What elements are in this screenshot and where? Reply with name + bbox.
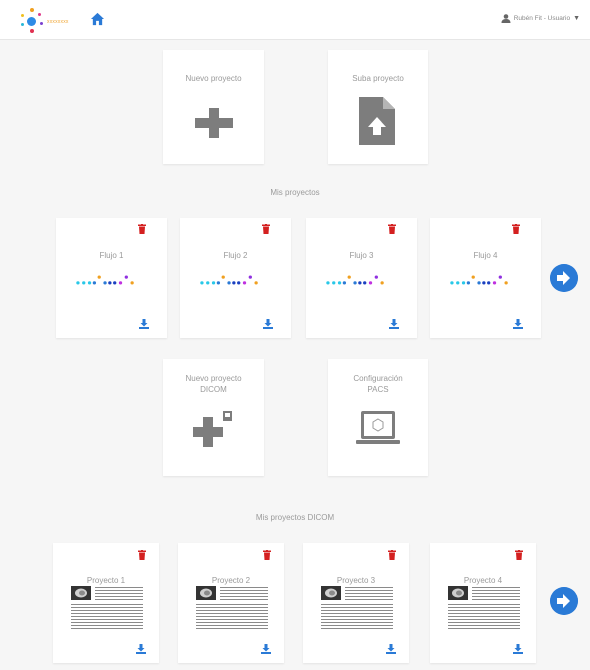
new-dicom-project-card[interactable]: Nuevo proyecto DICOM	[163, 359, 264, 476]
trash-icon[interactable]	[138, 224, 146, 234]
new-project-label: Nuevo proyecto	[185, 74, 242, 83]
download-icon[interactable]	[139, 319, 149, 329]
download-icon[interactable]	[261, 644, 271, 654]
dicom-project-title: Proyecto 4	[463, 576, 503, 585]
flow-project-title: Flujo 3	[349, 251, 374, 260]
top-bar: xxxxxxxx Rubén Fit - Usuario ▼	[0, 0, 590, 40]
dicom-project-title: Proyecto 1	[86, 576, 126, 585]
new-dicom-label-line1: Nuevo proyecto	[185, 374, 242, 383]
dicom-document-icon	[321, 586, 393, 629]
file-upload-icon	[359, 97, 395, 145]
pacs-label-line2: PACS	[367, 385, 389, 394]
next-projects-button[interactable]	[550, 264, 578, 292]
flow-graph-icon	[450, 275, 508, 285]
next-dicom-projects-button[interactable]	[550, 587, 578, 615]
dicom-project-card[interactable]: Proyecto 4	[430, 543, 536, 663]
my-dicom-projects-title: Mis proyectos DICOM	[255, 513, 335, 522]
user-menu[interactable]: Rubén Fit - Usuario ▼	[501, 14, 580, 23]
new-dicom-label-line2: DICOM	[200, 385, 227, 394]
trash-icon[interactable]	[263, 550, 271, 560]
download-icon[interactable]	[513, 319, 523, 329]
trash-icon[interactable]	[512, 224, 520, 234]
download-icon[interactable]	[389, 319, 399, 329]
flow-graph-icon	[326, 275, 384, 285]
pacs-label-line1: Configuración	[353, 374, 403, 383]
dicom-project-card[interactable]: Proyecto 1	[53, 543, 159, 663]
flow-graph-icon	[76, 275, 134, 285]
pacs-config-card[interactable]: Configuración PACS	[328, 359, 428, 476]
logo-text: xxxxxxxx	[47, 19, 69, 25]
flow-project-card[interactable]: Flujo 2	[180, 218, 291, 338]
dicom-document-icon	[71, 586, 143, 629]
flow-project-card[interactable]: Flujo 4	[430, 218, 541, 338]
flow-project-card[interactable]: Flujo 3	[306, 218, 417, 338]
user-name: Rubén Fit - Usuario	[513, 15, 571, 22]
my-projects-title: Mis proyectos	[270, 188, 320, 197]
flow-project-title: Flujo 2	[223, 251, 248, 260]
dicom-document-icon	[196, 586, 268, 629]
app-logo[interactable]: xxxxxxxx	[18, 8, 78, 34]
download-icon[interactable]	[386, 644, 396, 654]
trash-icon[interactable]	[515, 550, 523, 560]
flow-project-title: Flujo 1	[99, 251, 124, 260]
upload-project-label: Suba proyecto	[352, 74, 404, 83]
user-icon	[501, 14, 511, 23]
dicom-project-title: Proyecto 2	[211, 576, 251, 585]
chevron-down-icon: ▼	[573, 15, 580, 22]
download-icon[interactable]	[263, 319, 273, 329]
dicom-document-icon	[448, 586, 520, 629]
download-icon[interactable]	[136, 644, 146, 654]
trash-icon[interactable]	[138, 550, 146, 560]
dicom-project-title: Proyecto 3	[336, 576, 376, 585]
upload-project-card[interactable]: Suba proyecto	[328, 50, 428, 164]
flow-graph-icon	[200, 275, 258, 285]
flow-project-card[interactable]: Flujo 1	[56, 218, 167, 338]
plus-dicom-icon	[193, 411, 232, 447]
flow-project-title: Flujo 4	[473, 251, 498, 260]
laptop-icon	[356, 411, 400, 444]
trash-icon[interactable]	[262, 224, 270, 234]
home-icon[interactable]	[90, 12, 105, 26]
dicom-project-card[interactable]: Proyecto 2	[178, 543, 284, 663]
trash-icon[interactable]	[388, 224, 396, 234]
new-project-card[interactable]: Nuevo proyecto	[163, 50, 264, 164]
trash-icon[interactable]	[388, 550, 396, 560]
download-icon[interactable]	[513, 644, 523, 654]
dicom-project-card[interactable]: Proyecto 3	[303, 543, 409, 663]
plus-icon	[195, 108, 233, 138]
